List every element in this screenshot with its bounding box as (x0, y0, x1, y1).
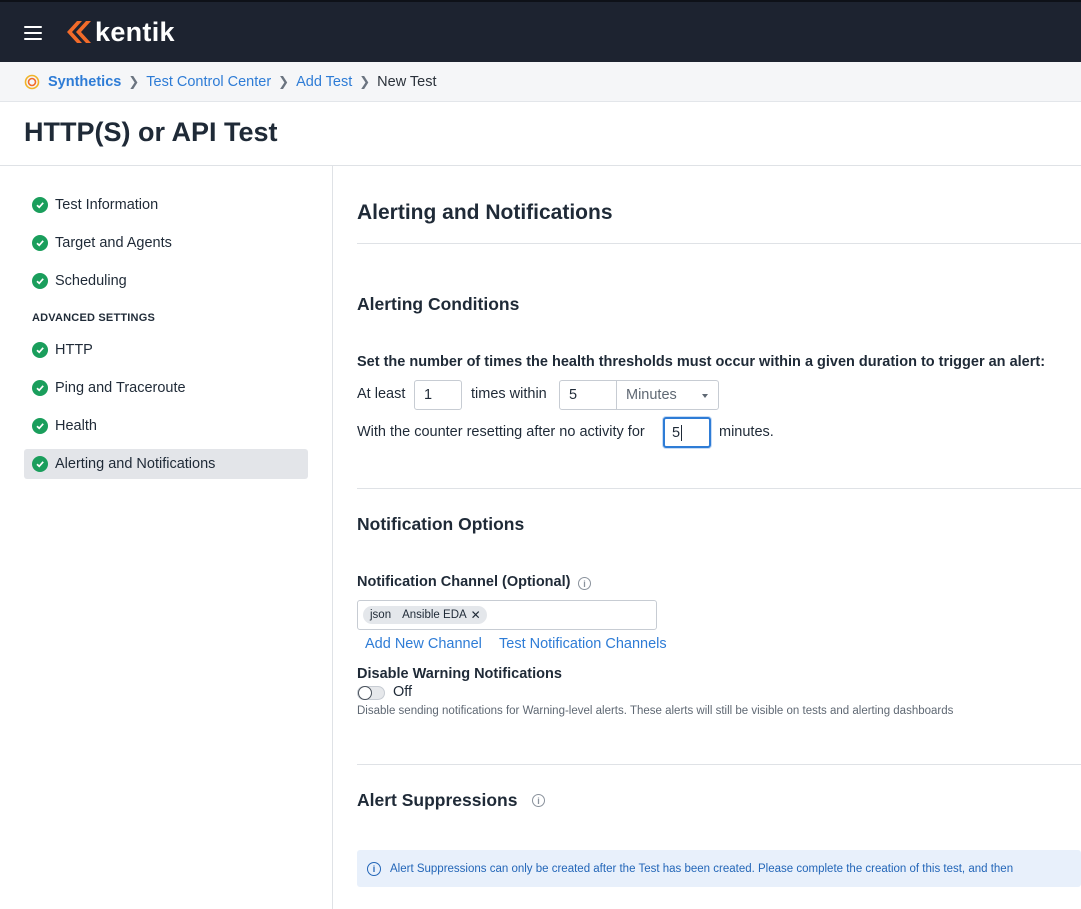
divider (357, 764, 1081, 765)
add-new-channel-link[interactable]: Add New Channel (365, 636, 482, 652)
sidebar-item-label: HTTP (55, 342, 93, 358)
kentik-mark-icon (67, 21, 91, 43)
sidebar-item-label: Alerting and Notifications (55, 456, 216, 472)
test-notification-channels-link[interactable]: Test Notification Channels (499, 636, 667, 652)
check-circle-icon (32, 380, 48, 396)
toggle-state-label: Off (393, 684, 413, 700)
notification-channel-input[interactable]: json Ansible EDA ✕ (357, 600, 657, 630)
notification-channel-label: Notification Channel (Optional) (357, 574, 571, 590)
divider (357, 243, 1081, 244)
alerting-description: Set the number of times the health thres… (357, 354, 1046, 370)
reset-label: With the counter resetting after no acti… (357, 424, 645, 440)
at-least-label: At least (357, 386, 406, 402)
sidebar-item-label: Target and Agents (55, 235, 172, 251)
reset-minutes-input[interactable]: 5 (663, 417, 711, 448)
check-circle-icon (32, 235, 48, 251)
at-least-value: 1 (424, 387, 433, 403)
notification-options-title: Notification Options (357, 514, 525, 534)
reset-minutes-value: 5 (672, 424, 681, 441)
at-least-input[interactable]: 1 (414, 380, 462, 410)
section-title: Alerting and Notifications (357, 201, 613, 224)
breadcrumb: Synthetics ❯ Test Control Center ❯ Add T… (0, 62, 1081, 102)
duration-unit-select[interactable]: Minutes (616, 380, 719, 410)
disable-warning-hint: Disable sending notifications for Warnin… (357, 705, 954, 717)
duration-unit-value: Minutes (626, 387, 677, 403)
sidebar: Test Information Target and Agents Sched… (0, 166, 333, 909)
disable-warning-toggle[interactable] (357, 686, 385, 700)
top-navbar: kentik (0, 0, 1081, 62)
sidebar-item-scheduling[interactable]: Scheduling (24, 266, 308, 296)
info-circle-icon: i (367, 861, 381, 876)
sidebar-item-http[interactable]: HTTP (24, 335, 308, 365)
check-circle-icon (32, 273, 48, 289)
caret-down-icon (702, 394, 708, 398)
info-icon[interactable]: i (532, 794, 545, 807)
check-circle-icon (32, 197, 48, 213)
channel-tag: json Ansible EDA ✕ (363, 606, 487, 624)
alert-suppressions-title: Alert Suppressions (357, 790, 518, 810)
chevron-right-icon: ❯ (359, 73, 371, 89)
channel-tag-name: Ansible EDA (402, 609, 467, 621)
alerting-conditions-title: Alerting Conditions (357, 294, 520, 314)
hamburger-menu-icon[interactable] (24, 26, 42, 40)
synthetics-icon (24, 74, 40, 89)
within-duration-input[interactable]: 5 (559, 380, 617, 410)
text-cursor (681, 424, 683, 441)
chevron-right-icon: ❯ (128, 73, 140, 89)
suppressions-callout: i Alert Suppressions can only be created… (357, 850, 1081, 887)
breadcrumb-synthetics[interactable]: Synthetics (48, 74, 121, 90)
breadcrumb-new-test: New Test (377, 73, 437, 90)
remove-tag-icon[interactable]: ✕ (471, 608, 481, 622)
within-duration-value: 5 (569, 387, 578, 403)
info-icon[interactable]: i (578, 577, 591, 590)
page-title: HTTP(S) or API Test (24, 117, 278, 147)
kentik-logo[interactable]: kentik (64, 17, 175, 47)
chevron-right-icon: ❯ (278, 73, 290, 89)
logo-wordmark: kentik (95, 16, 175, 47)
breadcrumb-add-test[interactable]: Add Test (296, 74, 352, 90)
check-circle-icon (32, 456, 48, 472)
sidebar-item-health[interactable]: Health (24, 411, 308, 441)
channel-tag-type: json (370, 609, 392, 621)
minutes-label: minutes. (719, 424, 774, 440)
times-within-label: times within (471, 386, 547, 402)
check-circle-icon (32, 342, 48, 358)
sidebar-item-label: Test Information (55, 197, 159, 213)
sidebar-item-alerting-and-notifications[interactable]: Alerting and Notifications (24, 449, 308, 479)
check-circle-icon (32, 418, 48, 434)
sidebar-item-ping-and-traceroute[interactable]: Ping and Traceroute (24, 373, 308, 403)
toggle-knob (358, 686, 372, 700)
sidebar-item-label: Ping and Traceroute (55, 380, 186, 396)
disable-warning-label: Disable Warning Notifications (357, 666, 562, 682)
sidebar-item-test-information[interactable]: Test Information (24, 190, 308, 220)
breadcrumb-test-control-center[interactable]: Test Control Center (146, 74, 271, 90)
divider (357, 488, 1081, 489)
sidebar-item-target-and-agents[interactable]: Target and Agents (24, 228, 308, 258)
sidebar-item-label: Scheduling (55, 273, 127, 289)
advanced-settings-heading: ADVANCED SETTINGS (32, 312, 155, 324)
sidebar-item-label: Health (55, 418, 97, 434)
page-header: HTTP(S) or API Test (0, 102, 1081, 166)
callout-text: Alert Suppressions can only be created a… (390, 862, 1014, 875)
